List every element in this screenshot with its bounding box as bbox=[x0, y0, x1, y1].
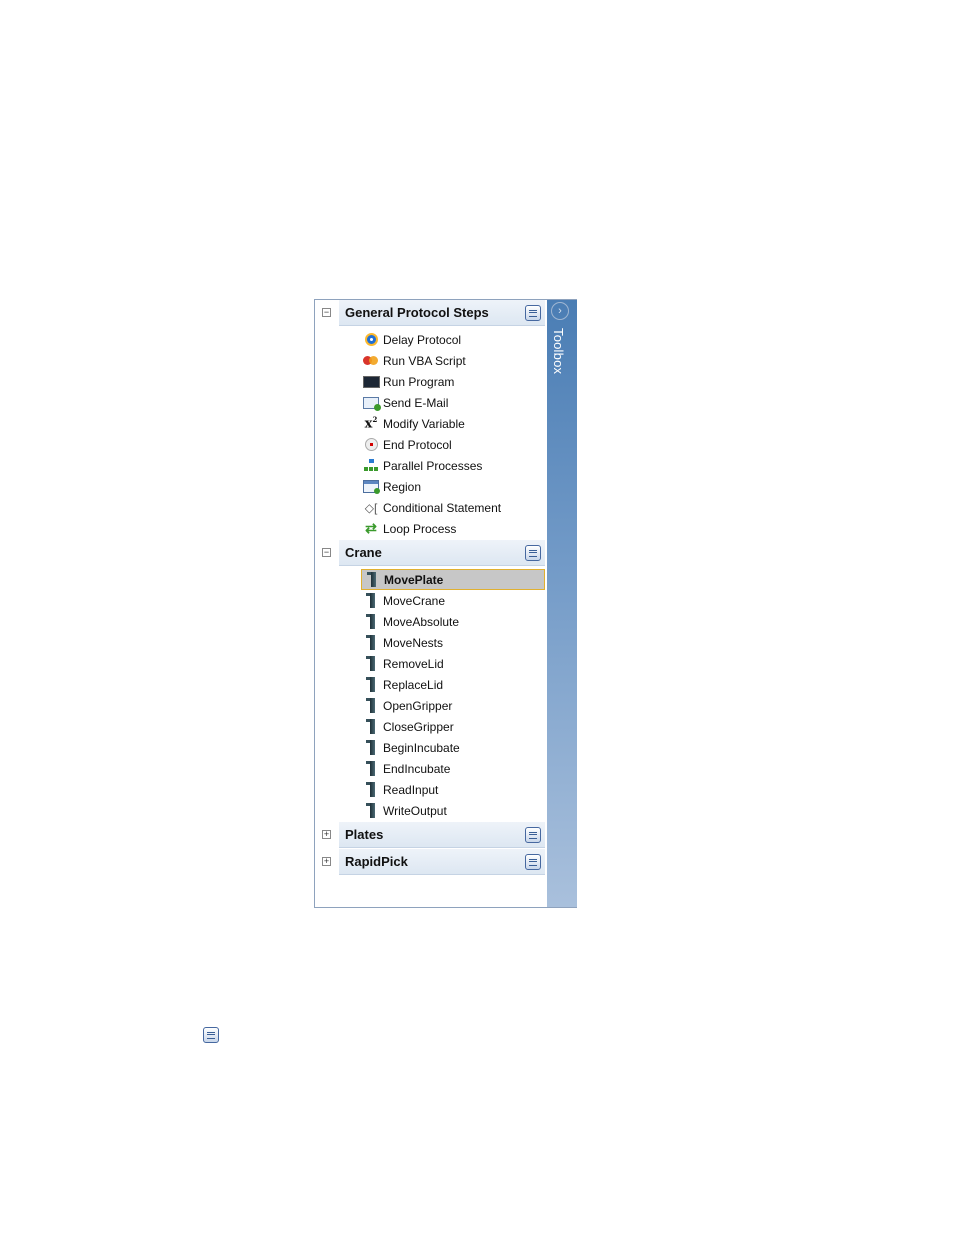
item-label: Loop Process bbox=[383, 521, 457, 536]
crane-icon bbox=[367, 572, 377, 587]
crane-icon bbox=[366, 593, 376, 608]
toolbox-item[interactable]: Run Program bbox=[361, 371, 545, 392]
toolbox-item[interactable]: BeginIncubate bbox=[361, 737, 545, 758]
item-label: CloseGripper bbox=[383, 719, 454, 734]
crane-icon bbox=[366, 719, 376, 734]
toolbox-item[interactable]: WriteOutput bbox=[361, 800, 545, 821]
group-crane: − Crane MovePlate MoveCrane MoveAbsolute bbox=[315, 540, 547, 822]
item-label: Send E-Mail bbox=[383, 395, 449, 410]
toolbox-item[interactable]: Region bbox=[361, 476, 545, 497]
collapse-icon[interactable]: − bbox=[322, 308, 331, 317]
chevron-right-icon[interactable]: › bbox=[551, 302, 569, 320]
group-header[interactable]: + RapidPick bbox=[322, 849, 545, 875]
expand-icon[interactable]: + bbox=[322, 830, 331, 839]
item-label: ReplaceLid bbox=[383, 677, 444, 692]
toolbox-title: Toolbox bbox=[551, 328, 566, 375]
item-label: Modify Variable bbox=[383, 416, 465, 431]
toolbox-item[interactable]: Parallel Processes bbox=[361, 455, 545, 476]
crane-icon bbox=[366, 803, 376, 818]
item-label: Run VBA Script bbox=[383, 353, 466, 368]
stop-icon bbox=[364, 438, 378, 451]
email-icon bbox=[363, 396, 381, 411]
clock-icon bbox=[364, 333, 378, 346]
toolbox-panel: − General Protocol Steps Delay Protocol … bbox=[314, 299, 577, 908]
item-label: Conditional Statement bbox=[383, 500, 502, 515]
toolbox-side-strip[interactable]: › Toolbox bbox=[547, 300, 577, 907]
group-title: RapidPick bbox=[345, 854, 408, 869]
group-title: General Protocol Steps bbox=[345, 305, 489, 320]
item-label: WriteOutput bbox=[383, 803, 447, 818]
group-rapidpick: + RapidPick bbox=[315, 849, 547, 875]
item-label: EndIncubate bbox=[383, 761, 451, 776]
parallel-icon bbox=[363, 459, 379, 472]
console-icon bbox=[362, 375, 380, 388]
item-label: RemoveLid bbox=[383, 656, 444, 671]
toolbox-item[interactable]: MoveNests bbox=[361, 632, 545, 653]
item-label: MovePlate bbox=[384, 572, 444, 587]
item-label: Parallel Processes bbox=[383, 458, 483, 473]
item-label: End Protocol bbox=[383, 437, 452, 452]
group-title: Crane bbox=[345, 545, 382, 560]
group-header[interactable]: − General Protocol Steps bbox=[322, 300, 545, 326]
expand-icon[interactable]: + bbox=[322, 857, 331, 866]
group-general-protocol-steps: − General Protocol Steps Delay Protocol … bbox=[315, 300, 547, 540]
toolbox-item[interactable]: RemoveLid bbox=[361, 653, 545, 674]
toolbox-item[interactable]: ReadInput bbox=[361, 779, 545, 800]
region-icon bbox=[363, 480, 380, 494]
toolbox-item[interactable]: ◇[ Conditional Statement bbox=[361, 497, 545, 518]
item-label: OpenGripper bbox=[383, 698, 453, 713]
collapse-icon[interactable]: − bbox=[322, 548, 331, 557]
toolbox-item[interactable]: CloseGripper bbox=[361, 716, 545, 737]
crane-icon bbox=[366, 698, 376, 713]
toolbox-item[interactable]: ReplaceLid bbox=[361, 674, 545, 695]
group-menu-icon[interactable] bbox=[525, 826, 541, 843]
vba-script-icon bbox=[363, 355, 379, 366]
toolbox-item[interactable]: ⇄ Loop Process bbox=[361, 518, 545, 539]
group-header[interactable]: − Crane bbox=[322, 540, 545, 566]
item-label: BeginIncubate bbox=[383, 740, 460, 755]
crane-icon bbox=[366, 656, 376, 671]
loop-icon: ⇄ bbox=[365, 520, 377, 536]
item-label: MoveCrane bbox=[383, 593, 446, 608]
toolbox-item[interactable]: Send E-Mail bbox=[361, 392, 545, 413]
item-label: Run Program bbox=[383, 374, 455, 389]
toolbox-item[interactable]: MoveAbsolute bbox=[361, 611, 545, 632]
conditional-icon: ◇[ bbox=[364, 500, 378, 515]
toolbox-item[interactable]: End Protocol bbox=[361, 434, 545, 455]
toolbox-item[interactable]: Run VBA Script bbox=[361, 350, 545, 371]
toolbox-item[interactable]: EndIncubate bbox=[361, 758, 545, 779]
group-menu-icon bbox=[203, 1027, 219, 1043]
group-plates: + Plates bbox=[315, 822, 547, 848]
variable-icon: x2 bbox=[364, 415, 378, 432]
toolbox-item[interactable]: Delay Protocol bbox=[361, 329, 545, 350]
item-label: MoveAbsolute bbox=[383, 614, 460, 629]
toolbox-list: − General Protocol Steps Delay Protocol … bbox=[315, 300, 547, 907]
toolbox-item[interactable]: MoveCrane bbox=[361, 590, 545, 611]
group-title: Plates bbox=[345, 827, 384, 842]
toolbox-item[interactable]: OpenGripper bbox=[361, 695, 545, 716]
item-label: MoveNests bbox=[383, 635, 444, 650]
group-header[interactable]: + Plates bbox=[322, 822, 545, 848]
item-label: Region bbox=[383, 479, 422, 494]
toolbox-item-selected[interactable]: MovePlate bbox=[361, 569, 545, 590]
crane-icon bbox=[366, 614, 376, 629]
crane-icon bbox=[366, 740, 376, 755]
crane-icon bbox=[366, 761, 376, 776]
crane-icon bbox=[366, 782, 376, 797]
group-menu-icon[interactable] bbox=[525, 544, 541, 561]
item-label: ReadInput bbox=[383, 782, 439, 797]
group-menu-icon[interactable] bbox=[525, 853, 541, 870]
group-menu-icon[interactable] bbox=[525, 304, 541, 321]
crane-icon bbox=[366, 677, 376, 692]
crane-icon bbox=[366, 635, 376, 650]
toolbox-item[interactable]: x2 Modify Variable bbox=[361, 413, 545, 434]
item-label: Delay Protocol bbox=[383, 332, 462, 347]
